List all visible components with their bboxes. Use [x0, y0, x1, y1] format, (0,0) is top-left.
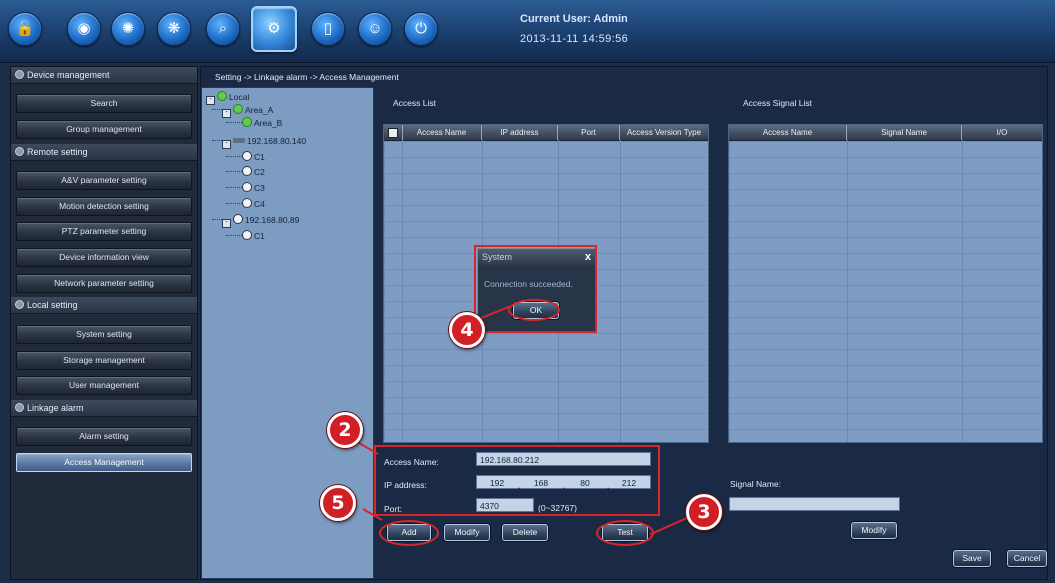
collapse-icon[interactable]: - [222, 140, 231, 149]
tree-node-c1[interactable]: C1 [226, 151, 265, 162]
tree-node-dvr-140[interactable]: - 192.168.80.140 [212, 136, 306, 149]
sidebar-item-access-management[interactable]: Access Management [16, 453, 192, 472]
dvr-icon [233, 138, 245, 143]
tree-node-label: 192.168.80.140 [247, 136, 307, 146]
highlight-test [596, 520, 654, 546]
dvr-icon [233, 214, 243, 224]
delete-button[interactable]: Delete [502, 524, 548, 541]
camera-channel-icon [242, 151, 252, 161]
sidebar-item-group-management[interactable]: Group management [16, 120, 192, 139]
sidebar-item-av-parameter[interactable]: A&V parameter setting [16, 171, 192, 190]
highlight-form [374, 445, 660, 516]
local-icon [217, 91, 227, 101]
tree-node-dvr-89[interactable]: - 192.168.80.89 [212, 214, 299, 228]
section-title: Linkage alarm [27, 403, 84, 413]
section-bullet-icon [15, 70, 24, 79]
section-device-management[interactable]: Device management [11, 67, 197, 84]
signal-modify-button[interactable]: Modify [851, 522, 897, 539]
map-icon[interactable]: ✺ [111, 12, 145, 46]
section-bullet-icon [15, 147, 24, 156]
tree-node-label: Local [229, 92, 250, 102]
callout-badge-4: 4 [449, 312, 485, 348]
face-icon[interactable]: ☺ [358, 12, 392, 46]
callout-badge-2: 2 [327, 412, 363, 448]
section-bullet-icon [15, 403, 24, 412]
datetime-label: 2013-11-11 14:59:56 [520, 33, 629, 45]
tree-node-local[interactable]: - Local [206, 91, 249, 105]
section-title: Remote setting [27, 147, 88, 157]
sidebar-item-motion-detection[interactable]: Motion detection setting [16, 197, 192, 216]
tree-node-label: C2 [254, 167, 265, 177]
camera-icon[interactable]: ◉ [67, 12, 101, 46]
sidebar-item-search[interactable]: Search [16, 94, 192, 113]
access-list-header: Access Name IP address Port Access Versi… [384, 125, 708, 141]
signal-name-label: Signal Name: [730, 479, 782, 489]
section-remote-setting[interactable]: Remote setting [11, 144, 197, 161]
area-icon [242, 117, 252, 127]
tree-node-c2[interactable]: C2 [226, 166, 265, 177]
section-local-setting[interactable]: Local setting [11, 297, 197, 314]
network-icon[interactable]: ❋ [157, 12, 191, 46]
tree-node-area-a[interactable]: - Area_A [212, 104, 273, 118]
highlight-ok [508, 299, 560, 321]
section-linkage-alarm[interactable]: Linkage alarm [11, 400, 197, 417]
tree-node-label: C3 [254, 183, 265, 193]
signal-list-table: Access Name Signal Name I/O [728, 124, 1043, 443]
tree-node-c3[interactable]: C3 [226, 182, 265, 193]
tree-node-label: Area_A [245, 105, 274, 115]
col-signal-access-name[interactable]: Access Name [729, 125, 847, 140]
top-toolbar: 🔓 ◉ ✺ ❋ ⌕ ⚙ ▯ ☺ ⏻ Current User: Admin 20… [0, 0, 1055, 63]
camera-channel-icon [242, 198, 252, 208]
section-bullet-icon [15, 300, 24, 309]
col-io[interactable]: I/O [962, 125, 1042, 140]
signal-list-title: Access Signal List [743, 98, 812, 108]
callout-badge-5: 5 [320, 485, 356, 521]
sidebar-item-storage-management[interactable]: Storage management [16, 351, 192, 370]
sidebar-item-network-parameter[interactable]: Network parameter setting [16, 274, 192, 293]
lock-icon[interactable]: 🔓 [8, 12, 42, 46]
access-list-title: Access List [393, 98, 436, 108]
modify-button[interactable]: Modify [444, 524, 490, 541]
sidebar-item-device-info[interactable]: Device information view [16, 248, 192, 267]
section-title: Device management [27, 70, 110, 80]
col-access-version-type[interactable]: Access Version Type [620, 125, 708, 140]
tree-node-label: 192.168.80.89 [245, 215, 300, 225]
current-user-label: Current User: Admin [520, 13, 628, 25]
tree-node-label: Area_B [254, 118, 283, 128]
search-log-icon[interactable]: ⌕ [206, 12, 240, 46]
breadcrumb: Setting -> Linkage alarm -> Access Manag… [215, 72, 399, 82]
col-ip-address[interactable]: IP address [482, 125, 558, 140]
area-icon [233, 104, 243, 114]
tree-node-label: C4 [254, 199, 265, 209]
cancel-button[interactable]: Cancel [1007, 550, 1047, 567]
door-icon[interactable]: ▯ [311, 12, 345, 46]
power-icon[interactable]: ⏻ [404, 12, 438, 46]
settings-icon[interactable]: ⚙ [251, 6, 297, 52]
col-signal-name[interactable]: Signal Name [847, 125, 962, 140]
highlight-add [379, 520, 439, 546]
tree-node-label: C1 [254, 152, 265, 162]
sidebar-item-ptz-parameter[interactable]: PTZ parameter setting [16, 222, 192, 241]
collapse-icon[interactable]: - [222, 219, 231, 228]
sidebar-item-system-setting[interactable]: System setting [16, 325, 192, 344]
tree-node-c1-b[interactable]: C1 [226, 230, 265, 241]
save-button[interactable]: Save [953, 550, 991, 567]
tree-node-area-b[interactable]: Area_B [226, 117, 282, 128]
select-all-checkbox[interactable] [388, 128, 398, 138]
sidebar-item-user-management[interactable]: User management [16, 376, 192, 395]
camera-channel-icon [242, 182, 252, 192]
col-port[interactable]: Port [558, 125, 620, 140]
callout-badge-3: 3 [686, 494, 722, 530]
camera-channel-icon [242, 166, 252, 176]
section-title: Local setting [27, 300, 78, 310]
user-info: Current User: Admin 2013-11-11 14:59:56 [520, 9, 628, 49]
signal-name-input[interactable] [729, 497, 900, 511]
tree-node-label: C1 [254, 231, 265, 241]
sidebar-item-alarm-setting[interactable]: Alarm setting [16, 427, 192, 446]
col-access-name[interactable]: Access Name [402, 125, 482, 140]
signal-list-header: Access Name Signal Name I/O [729, 125, 1042, 141]
tree-node-c4[interactable]: C4 [226, 198, 265, 209]
sidebar: Device management Search Group managemen… [10, 66, 198, 580]
camera-channel-icon [242, 230, 252, 240]
